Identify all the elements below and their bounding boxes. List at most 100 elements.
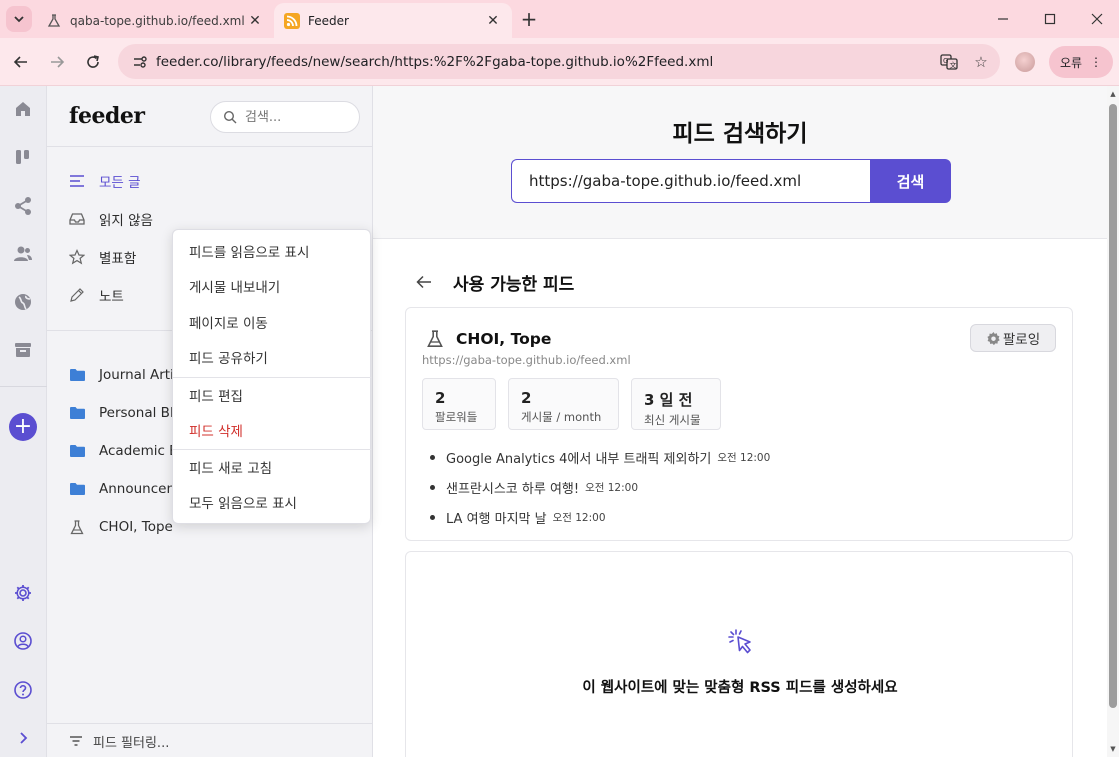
feed-name[interactable]: CHOI, Tope: [456, 330, 551, 348]
stat-posts-per-month: 2 게시물 / month: [508, 378, 619, 430]
sidebar-item-label: 노트: [99, 289, 124, 305]
expand-chevron-icon[interactable]: [10, 725, 36, 751]
menu-separator: [173, 377, 372, 378]
sidebar-folder-announcements[interactable]: Announcen: [67, 475, 175, 503]
columns-icon[interactable]: [10, 144, 36, 170]
folder-icon: [67, 441, 87, 461]
results-header: 사용 가능한 피드: [413, 270, 575, 295]
site-settings-icon[interactable]: [130, 52, 150, 72]
list-item[interactable]: LA 여행 마지막 날 오전 12:00: [429, 502, 770, 532]
scroll-down-icon[interactable]: ▼: [1109, 745, 1117, 753]
sidebar-item-unread[interactable]: 읽지 않음: [67, 205, 153, 233]
menu-item-share-feed[interactable]: 피드 공유하기: [173, 342, 372, 372]
scroll-up-icon[interactable]: ▲: [1109, 90, 1117, 98]
menu-item-go-to-page[interactable]: 페이지로 이동: [173, 307, 372, 337]
bookmark-star-icon[interactable]: ☆: [968, 49, 994, 75]
search-button[interactable]: 검색: [870, 159, 951, 203]
account-icon[interactable]: [10, 628, 36, 654]
translate-icon[interactable]: G文: [936, 49, 962, 75]
sidebar-item-label: 읽지 않음: [99, 213, 153, 229]
search-input[interactable]: [245, 109, 345, 125]
sidebar-divider: [47, 723, 373, 724]
profile-avatar[interactable]: [1015, 52, 1035, 72]
reload-icon[interactable]: [79, 48, 107, 76]
address-bar[interactable]: feeder.co/library/feeds/new/search/https…: [118, 44, 1000, 79]
forward-icon[interactable]: [43, 48, 71, 76]
window-close-icon[interactable]: [1082, 6, 1112, 32]
error-label: 오류: [1059, 55, 1083, 70]
search-icon: [223, 110, 237, 124]
star-icon: [67, 247, 87, 267]
menu-item-mark-feed-read[interactable]: 피드를 읽음으로 표시: [173, 236, 372, 266]
tab-github-feed[interactable]: qaba-tope.github.io/feed.xml ✕: [36, 3, 274, 38]
menu-item-edit-feed[interactable]: 피드 편집: [173, 380, 372, 410]
help-icon[interactable]: [10, 677, 36, 703]
feeder-logo[interactable]: feeder: [69, 103, 145, 129]
results-title: 사용 가능한 피드: [453, 274, 575, 295]
menu-item-delete-feed[interactable]: 피드 삭제: [173, 415, 372, 445]
menu-separator: [173, 449, 372, 450]
share-icon[interactable]: [10, 193, 36, 219]
users-icon[interactable]: [10, 241, 36, 267]
stat-label: 최신 게시물: [644, 413, 701, 427]
url-text[interactable]: feeder.co/library/feeds/new/search/https…: [156, 54, 936, 70]
svg-text:文: 文: [950, 60, 957, 69]
scrollbar-thumb[interactable]: [1109, 104, 1117, 708]
back-arrow-icon[interactable]: [413, 271, 435, 293]
settings-gear-icon[interactable]: [10, 580, 36, 606]
stat-followers: 2 팔로워들: [422, 378, 496, 430]
menu-item-refresh-feed[interactable]: 피드 새로 고침: [173, 452, 372, 482]
home-icon[interactable]: [10, 96, 36, 122]
sidebar-folder-personal[interactable]: Personal Bl: [67, 399, 174, 427]
page-title: 피드 검색하기: [672, 121, 808, 147]
sidebar-folder-academic[interactable]: Academic E: [67, 437, 178, 465]
tab-search-button[interactable]: [6, 6, 32, 32]
feed-url: https://gaba-tope.github.io/feed.xml: [422, 353, 631, 367]
menu-item-export-posts[interactable]: 게시물 내보내기: [173, 271, 372, 301]
sidebar-search[interactable]: [210, 101, 360, 133]
back-icon[interactable]: [7, 48, 35, 76]
flask-icon: [67, 517, 87, 537]
feed-search-section: 피드 검색하기 검색: [373, 86, 1107, 239]
close-icon[interactable]: ✕: [246, 12, 264, 30]
flask-icon: [46, 13, 62, 29]
folder-label: Personal Bl: [99, 405, 174, 421]
chevron-down-icon: [14, 16, 24, 23]
cursor-click-icon: [728, 629, 751, 654]
stat-value: 3 일 전: [644, 391, 693, 409]
feed-url-input[interactable]: [511, 159, 870, 203]
sidebar-item-starred[interactable]: 별표함: [67, 243, 136, 271]
folder-icon: [67, 479, 87, 499]
following-button[interactable]: 팔로잉: [970, 324, 1056, 352]
tab-feeder[interactable]: Feeder ✕: [274, 3, 512, 38]
folder-label: Announcen: [99, 481, 176, 497]
maximize-icon[interactable]: [1035, 6, 1065, 32]
sidebar-feed-choi-tope[interactable]: CHOI, Tope: [67, 513, 173, 541]
archive-icon[interactable]: [10, 337, 36, 363]
new-tab-button[interactable]: +: [518, 7, 540, 31]
rss-icon: [284, 12, 300, 29]
feed-filter-button[interactable]: 피드 필터링...: [67, 730, 169, 752]
add-feed-button[interactable]: +: [9, 413, 37, 441]
stat-value: 2: [521, 389, 532, 407]
error-button[interactable]: 오류 ⋮: [1049, 46, 1113, 78]
list-item[interactable]: 샌프란시스코 하루 여행! 오전 12:00: [429, 472, 770, 502]
custom-feed-text: 이 웹사이트에 맞는 맞춤형 RSS 피드를 생성하세요: [582, 680, 898, 696]
sidebar-item-label: 별표함: [99, 251, 137, 267]
sidebar-folder-journal[interactable]: Journal Arti: [67, 361, 174, 389]
sidebar-item-notes[interactable]: 노트: [67, 281, 124, 309]
post-time: 오전 12:00: [552, 511, 606, 524]
folder-icon: [67, 365, 87, 385]
sidebar-item-all-posts[interactable]: 모든 글: [67, 167, 141, 195]
rail-divider: [0, 386, 47, 387]
page-scrollbar[interactable]: ▲ ▼: [1107, 86, 1119, 757]
globe-icon[interactable]: [10, 289, 36, 315]
post-time: 오전 12:00: [585, 481, 638, 494]
close-icon[interactable]: ✕: [484, 12, 502, 30]
stat-value: 2: [435, 389, 446, 407]
minimize-icon[interactable]: [988, 6, 1018, 32]
menu-item-mark-all-read[interactable]: 모두 읽음으로 표시: [173, 487, 372, 517]
custom-feed-card[interactable]: 이 웹사이트에 맞는 맞춤형 RSS 피드를 생성하세요: [405, 551, 1073, 757]
post-title: LA 여행 마지막 날: [446, 511, 547, 527]
list-item[interactable]: Google Analytics 4에서 내부 트래픽 제외하기 오전 12:0…: [429, 442, 770, 472]
